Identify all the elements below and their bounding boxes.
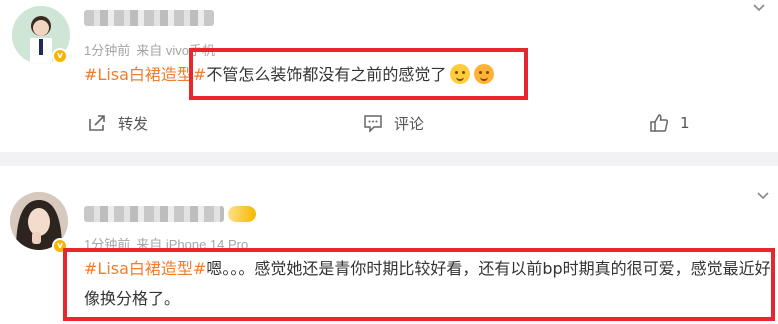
like-count: 1 <box>680 114 690 132</box>
comment-button[interactable]: 评论 <box>362 112 424 134</box>
post-time: 1分钟前 <box>84 43 131 58</box>
comment-card: v 1分钟前 来自 vivo手机 #Lisa白裙造型#不管怎么装饰都没有之前的感觉… <box>0 0 778 152</box>
action-bar: 转发 评论 1 <box>0 112 778 140</box>
comment-icon <box>364 115 382 133</box>
username-blurred[interactable] <box>84 206 224 222</box>
post-meta: 1分钟前 来自 iPhone 14 Pro <box>84 234 248 253</box>
post-source: 来自 iPhone 14 Pro <box>136 237 249 252</box>
hashtag-link[interactable]: #Lisa白裙造型# <box>84 65 206 84</box>
like-button[interactable]: 1 <box>648 112 690 134</box>
verified-badge-icon: v <box>52 238 68 254</box>
hashtag-link[interactable]: #Lisa白裙造型# <box>84 259 206 278</box>
level-badge-icon <box>228 206 256 222</box>
verified-badge-icon: v <box>52 48 68 64</box>
repost-label: 转发 <box>118 114 149 133</box>
comment-card: v 1分钟前 来自 iPhone 14 Pro #Lisa白裙造型#嗯。。。感觉她… <box>0 166 778 324</box>
post-source: 来自 vivo手机 <box>136 43 215 58</box>
emoji-icon <box>450 64 471 84</box>
username-blurred[interactable] <box>84 10 214 26</box>
emoji-icon <box>474 64 495 84</box>
chevron-down-icon[interactable] <box>752 0 766 14</box>
post-content: #Lisa白裙造型#嗯。。。感觉她还是青你时期比较好看，还有以前bp时期真的很可… <box>84 254 774 314</box>
divider <box>0 152 778 166</box>
share-icon <box>89 115 105 131</box>
thumbs-up-icon <box>650 114 669 132</box>
chevron-down-icon[interactable] <box>756 188 770 202</box>
comment-label: 评论 <box>394 114 425 133</box>
post-text: 不管怎么装饰都没有之前的感觉了 <box>206 65 447 84</box>
post-meta: 1分钟前 来自 vivo手机 <box>84 40 215 59</box>
post-time: 1分钟前 <box>84 237 131 252</box>
repost-button[interactable]: 转发 <box>86 112 148 134</box>
post-content: #Lisa白裙造型#不管怎么装饰都没有之前的感觉了 <box>84 60 495 90</box>
